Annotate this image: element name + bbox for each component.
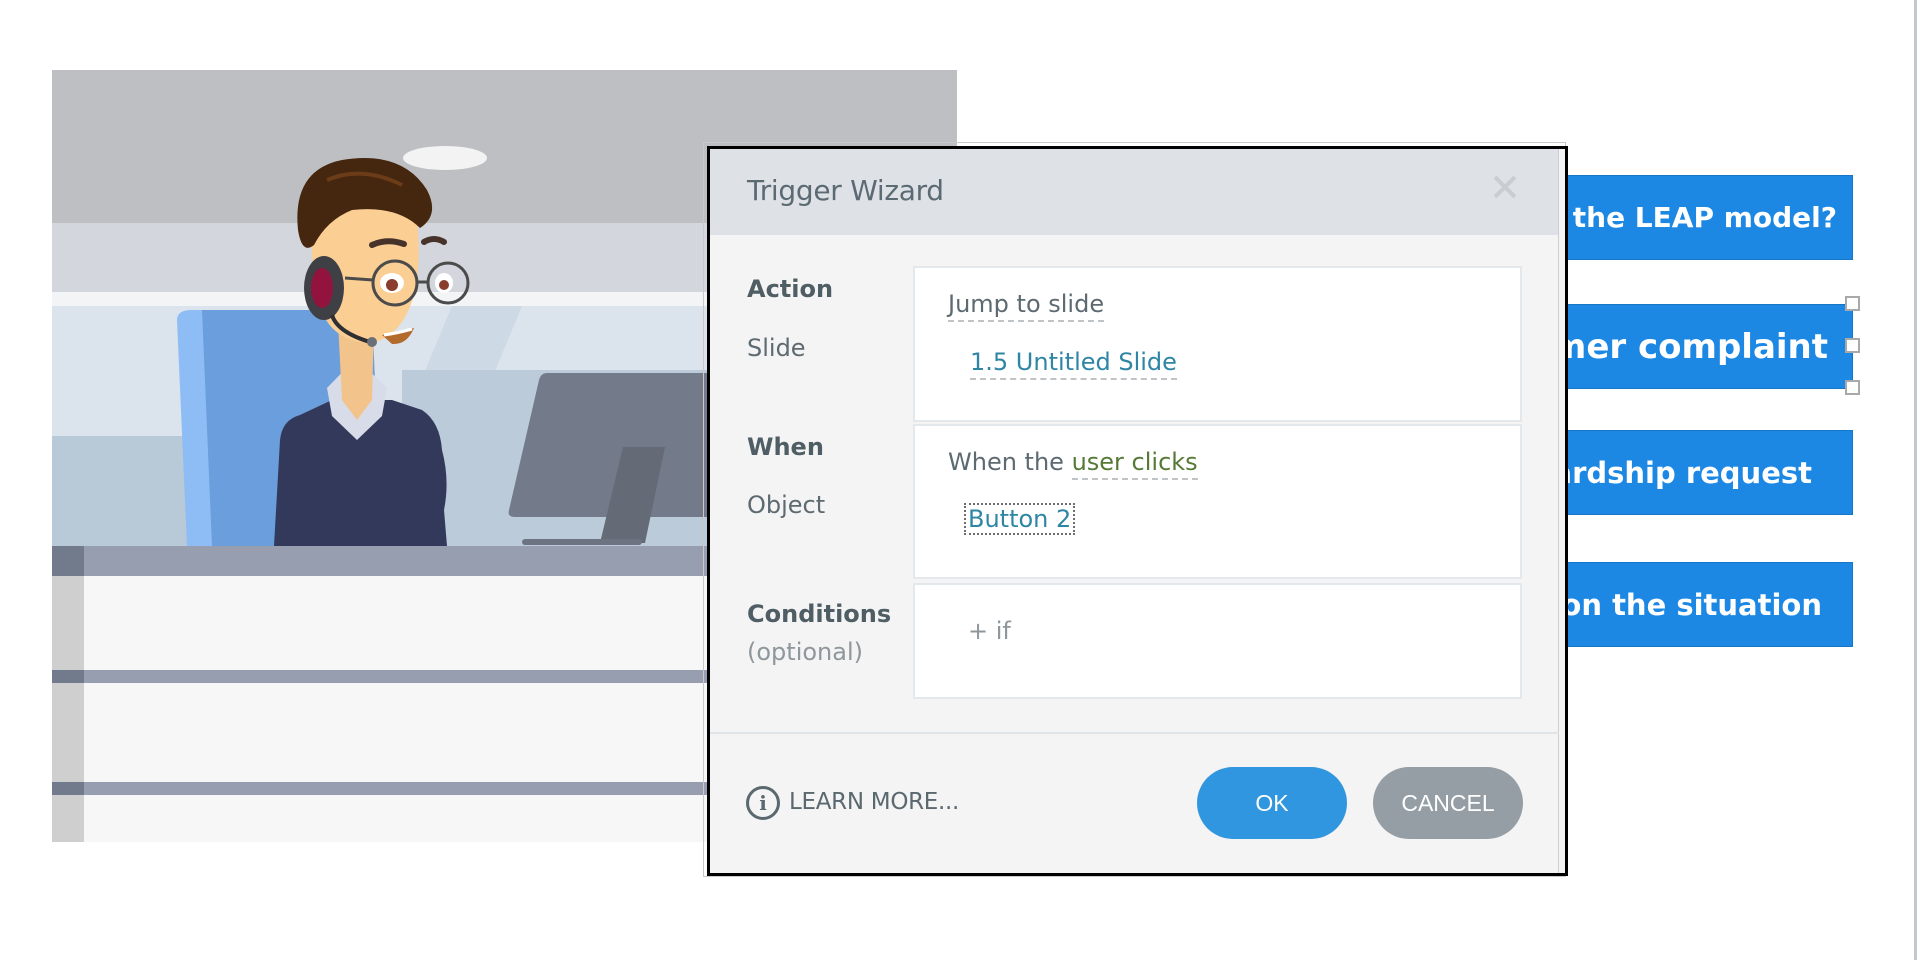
when-label: When — [747, 433, 824, 461]
add-condition-button[interactable]: + if — [968, 617, 1011, 645]
vertical-scrollbar[interactable] — [1914, 0, 1917, 960]
conditions-field-box: + if — [913, 583, 1522, 699]
slide-label: Slide — [747, 334, 806, 362]
action-field-box: Jump to slide 1.5 Untitled Slide — [913, 266, 1522, 422]
when-prefix: When the — [948, 448, 1064, 476]
trigger-wizard-dialog: Trigger Wizard Action Slide Jump to slid… — [707, 146, 1568, 876]
ok-button[interactable]: OK — [1197, 767, 1347, 839]
action-dropdown[interactable]: Jump to slide — [948, 290, 1105, 322]
cancel-button[interactable]: CANCEL — [1373, 767, 1523, 839]
close-x-icon[interactable] — [1488, 171, 1520, 203]
conditions-label: Conditions — [747, 600, 892, 628]
dialog-title: Trigger Wizard — [747, 174, 944, 207]
when-field: When the user clicks — [948, 448, 1198, 480]
eyebrow-right — [421, 236, 447, 245]
slide-dropdown[interactable]: 1.5 Untitled Slide — [970, 348, 1177, 380]
dialog-header[interactable]: Trigger Wizard — [710, 149, 1559, 235]
resize-handle-bottom-right[interactable] — [1845, 380, 1860, 395]
action-label: Action — [747, 275, 834, 303]
footer-divider — [710, 732, 1559, 734]
learn-more-link[interactable]: LEARN MORE... — [789, 789, 959, 815]
ceiling-light — [403, 146, 487, 170]
object-label: Object — [747, 491, 826, 519]
info-circle-icon[interactable]: i — [746, 786, 780, 820]
object-dropdown[interactable]: Button 2 — [964, 503, 1076, 535]
resize-handle-right[interactable] — [1845, 338, 1860, 353]
conditions-optional-label: (optional) — [747, 638, 863, 666]
dialog-edge — [1558, 149, 1565, 873]
keyboard — [522, 539, 642, 545]
desk-leg — [52, 546, 84, 842]
when-field-box: When the user clicks Button 2 — [913, 424, 1522, 579]
headset-mic — [367, 337, 377, 347]
resize-handle-top-right[interactable] — [1845, 296, 1860, 311]
event-dropdown[interactable]: user clicks — [1071, 448, 1198, 480]
